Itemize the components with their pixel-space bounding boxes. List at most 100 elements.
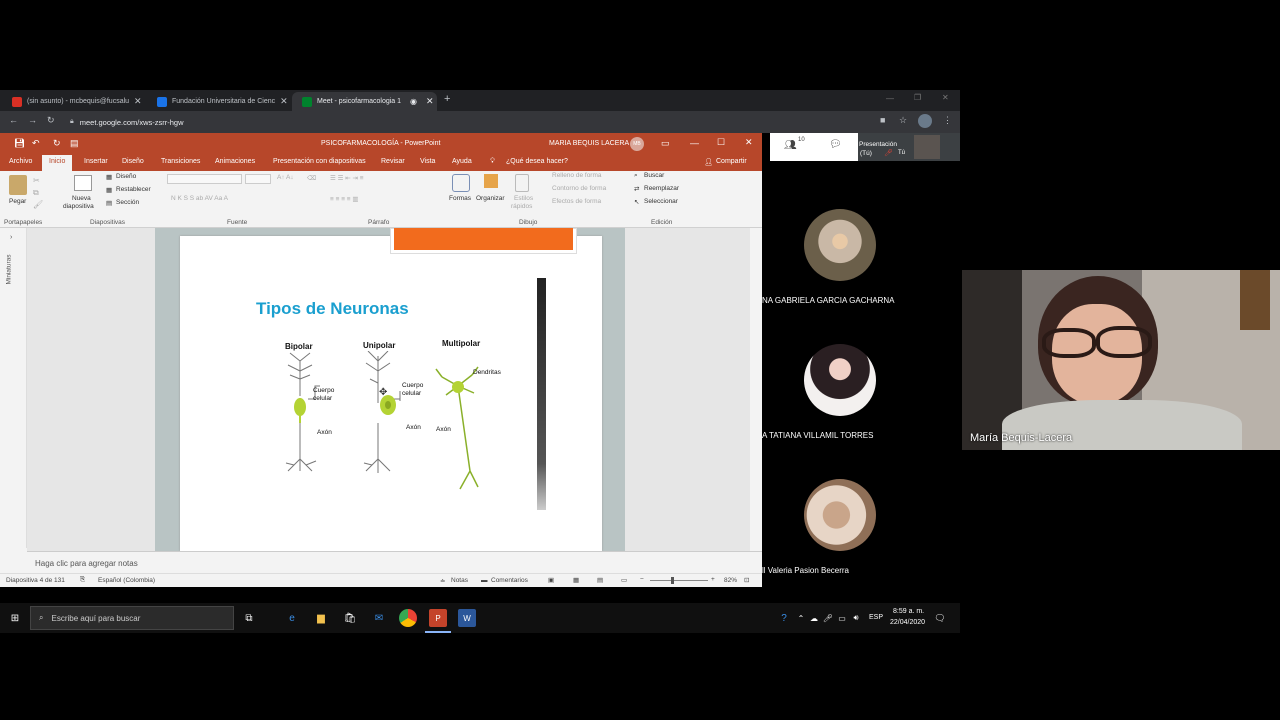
camera-icon[interactable]: ■: [880, 115, 885, 125]
spellcheck-icon[interactable]: ⎘: [80, 576, 85, 584]
save-icon[interactable]: 💾︎: [14, 138, 25, 149]
quick-styles-button[interactable]: Estilos: [514, 195, 533, 202]
reset-button[interactable]: Restablecer: [116, 186, 151, 193]
back-icon[interactable]: ←: [9, 115, 18, 125]
shape-outline-button[interactable]: Contorno de forma: [552, 185, 606, 192]
copy-icon[interactable]: ⧉: [33, 188, 39, 198]
arrange-button[interactable]: Organizar: [476, 195, 505, 202]
close-window-icon[interactable]: ✕: [942, 93, 949, 102]
tab-animaciones[interactable]: Animaciones: [215, 158, 255, 165]
comments-button[interactable]: Comentarios: [491, 577, 528, 584]
file-explorer-icon[interactable]: ▆: [312, 609, 330, 627]
reading-view-icon[interactable]: ▤: [597, 576, 603, 584]
zoom-in-icon[interactable]: +: [711, 576, 715, 583]
clear-format-icon[interactable]: ⌫: [307, 174, 316, 182]
format-painter-icon[interactable]: 🖌︎: [33, 200, 43, 209]
thumbnails-pane[interactable]: › Miniaturas: [0, 228, 27, 548]
user-avatar[interactable]: MB: [630, 137, 644, 151]
redo-icon[interactable]: ↻: [53, 138, 61, 149]
language-indicator[interactable]: ESP: [869, 614, 883, 621]
windows-start-icon[interactable]: ⊞: [6, 609, 24, 627]
zoom-slider[interactable]: [650, 580, 708, 581]
replace-button[interactable]: Reemplazar: [644, 185, 679, 192]
grow-font-icon[interactable]: A↑ A↓: [277, 174, 294, 181]
arrange-icon[interactable]: [484, 174, 498, 188]
paste-icon[interactable]: [9, 175, 27, 195]
new-slide-label-2[interactable]: diapositiva: [63, 203, 94, 210]
section-button[interactable]: Sección: [116, 199, 139, 206]
ribbon-display-icon[interactable]: ▭: [661, 138, 670, 149]
maximize-icon[interactable]: ☐: [717, 137, 725, 148]
tab-fundacion[interactable]: Fundación Universitaria de Cienc ✕: [147, 92, 292, 111]
chrome-icon[interactable]: [399, 609, 417, 627]
shape-effects-button[interactable]: Efectos de forma: [552, 198, 601, 205]
paste-label[interactable]: Pegar: [9, 198, 26, 205]
normal-view-icon[interactable]: ▣: [548, 576, 554, 584]
font-family-select[interactable]: [167, 174, 242, 184]
powerpoint-icon[interactable]: P: [429, 609, 447, 627]
slideshow-icon[interactable]: ▭: [621, 576, 627, 584]
new-slide-icon[interactable]: [74, 175, 92, 191]
vertical-scrollbar[interactable]: [750, 228, 759, 551]
volume-icon[interactable]: 🔊︎: [847, 609, 865, 627]
people-icon[interactable]: 👥︎: [784, 140, 797, 151]
tell-me-search[interactable]: ¿Qué desea hacer?: [506, 158, 568, 165]
close-icon[interactable]: ✕: [745, 137, 753, 148]
slide-canvas[interactable]: Tipos de Neuronas Bipolar Unipolar Multi…: [27, 228, 759, 551]
tab-presentacion[interactable]: Presentación con diapositivas: [273, 158, 366, 165]
clock-time[interactable]: 8:59 a. m.: [893, 608, 924, 615]
tab-inicio[interactable]: Inicio: [42, 155, 73, 171]
font-size-select[interactable]: [245, 174, 271, 184]
reload-icon[interactable]: ↻: [47, 115, 55, 126]
mail-icon[interactable]: ✉: [370, 609, 388, 627]
zoom-level[interactable]: 82%: [724, 577, 737, 584]
notes-pane[interactable]: Haga clic para agregar notas: [27, 551, 762, 573]
notes-button[interactable]: Notas: [451, 577, 468, 584]
word-icon[interactable]: W: [458, 609, 476, 627]
help-icon[interactable]: ?: [775, 609, 793, 627]
close-tab-icon[interactable]: ✕: [280, 96, 288, 107]
tab-insertar[interactable]: Insertar: [84, 158, 108, 165]
tab-archivo[interactable]: Archivo: [9, 158, 32, 165]
menu-icon[interactable]: ⋮: [943, 115, 952, 126]
slide[interactable]: Tipos de Neuronas Bipolar Unipolar Multi…: [180, 228, 602, 551]
expand-icon[interactable]: ›: [10, 234, 12, 241]
find-button[interactable]: Buscar: [644, 172, 664, 179]
shapes-icon[interactable]: [452, 174, 470, 192]
task-view-icon[interactable]: ⧉: [240, 609, 258, 627]
chat-icon[interactable]: 💬︎: [829, 139, 842, 150]
tab-transiciones[interactable]: Transiciones: [161, 158, 200, 165]
language-label[interactable]: Español (Colombia): [98, 577, 155, 584]
tab-diseno[interactable]: Diseño: [122, 158, 144, 165]
present-icon[interactable]: ▤: [70, 138, 79, 149]
align-icons[interactable]: ≡ ≡ ≡ ≡ ▥: [330, 195, 359, 203]
select-button[interactable]: Seleccionar: [644, 198, 678, 205]
tab-gmail[interactable]: (sin asunto) - mcbequis@fucsalu ✕: [2, 92, 147, 111]
close-tab-icon[interactable]: ✕: [426, 96, 434, 107]
close-tab-icon[interactable]: ✕: [134, 96, 142, 107]
quick-styles-icon[interactable]: [515, 174, 529, 192]
tab-ayuda[interactable]: Ayuda: [452, 158, 472, 165]
undo-icon[interactable]: ↶: [32, 138, 40, 149]
new-tab-icon[interactable]: +: [444, 93, 450, 105]
tab-vista[interactable]: Vista: [420, 158, 435, 165]
shape-fill-button[interactable]: Relleno de forma: [552, 172, 602, 179]
sorter-view-icon[interactable]: ▦: [573, 576, 579, 584]
fit-slide-icon[interactable]: ⊡: [744, 576, 749, 584]
tab-meet[interactable]: Meet - psicofarmacologia 1 ◉ ✕: [292, 92, 437, 111]
layout-button[interactable]: Diseño: [116, 173, 136, 180]
cut-icon[interactable]: ✂: [33, 176, 40, 185]
edge-icon[interactable]: e: [283, 609, 301, 627]
star-icon[interactable]: ☆: [899, 115, 907, 126]
clock-date[interactable]: 22/04/2020: [890, 619, 925, 626]
shapes-button[interactable]: Formas: [449, 195, 471, 202]
forward-icon[interactable]: →: [28, 115, 37, 125]
notifications-icon[interactable]: 🗨︎: [931, 609, 949, 627]
list-icons[interactable]: ☰ ☰ ⇤ ⇥ ≡: [330, 174, 364, 182]
new-slide-label[interactable]: Nueva: [72, 195, 91, 202]
zoom-out-icon[interactable]: −: [640, 576, 644, 583]
minimize-icon[interactable]: —: [690, 138, 699, 148]
taskbar-search[interactable]: ⌕ Escribe aquí para buscar: [30, 606, 234, 630]
share-button[interactable]: Compartir: [716, 158, 747, 165]
profile-avatar[interactable]: [918, 114, 932, 128]
